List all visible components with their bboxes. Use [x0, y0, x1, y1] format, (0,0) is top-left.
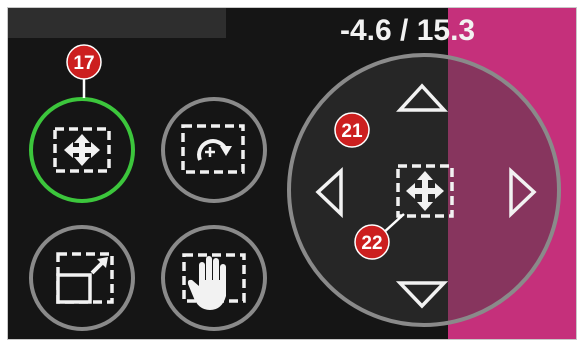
- callout-label: 22: [361, 233, 382, 254]
- coordinates-readout: -4.6 / 15.3: [340, 14, 475, 47]
- callout-label: 21: [341, 121, 363, 142]
- rotate-mode-button[interactable]: [161, 97, 267, 203]
- direction-pad: [287, 53, 561, 327]
- callout-label: 17: [73, 53, 94, 74]
- move-mode-button[interactable]: [29, 97, 135, 203]
- top-status-bar: [8, 8, 226, 38]
- resize-mode-button[interactable]: [29, 225, 135, 331]
- embroidery-edit-panel: -4.6 / 15.3 17 21 22: [0, 0, 582, 348]
- callout-21: 21: [334, 112, 370, 148]
- pan-mode-button[interactable]: [161, 225, 267, 331]
